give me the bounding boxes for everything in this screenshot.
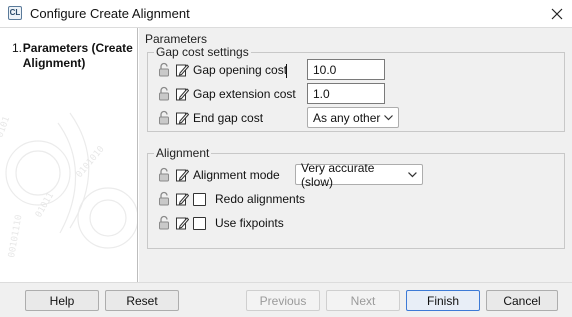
chevron-down-icon	[384, 114, 393, 120]
redo-alignments-row: Redo alignments	[157, 189, 305, 209]
cancel-button[interactable]: Cancel	[486, 290, 558, 311]
lock-icon[interactable]	[157, 215, 171, 231]
gap-opening-label: Gap opening cost	[193, 63, 288, 77]
close-icon	[551, 8, 563, 19]
edit-icon[interactable]	[175, 86, 189, 102]
gap-opening-input[interactable]	[307, 59, 385, 80]
sidebar-step-parameters[interactable]: 1. Parameters (Create Alignment)	[12, 41, 134, 71]
text-cursor	[286, 64, 287, 78]
finish-button[interactable]: Finish	[406, 290, 480, 311]
use-fixpoints-label: Use fixpoints	[215, 216, 284, 230]
alignment-mode-label: Alignment mode	[193, 168, 280, 182]
alignment-mode-row: Alignment mode	[157, 165, 280, 185]
dialog-footer: Help Reset Previous Next Finish Cancel	[0, 283, 572, 317]
next-button[interactable]: Next	[326, 290, 400, 311]
alignment-group-title: Alignment	[154, 146, 212, 160]
svg-text:0101: 0101	[0, 115, 12, 139]
parameters-panel: Parameters Gap cost settings Gap opening…	[139, 28, 572, 282]
title-bar: CL Configure Create Alignment	[0, 0, 572, 27]
gap-extension-row: Gap extension cost	[157, 84, 296, 104]
redo-alignments-checkbox[interactable]	[193, 192, 206, 206]
edit-icon[interactable]	[175, 167, 189, 183]
lock-icon[interactable]	[157, 191, 171, 207]
lock-icon[interactable]	[157, 62, 171, 78]
gap-extension-input[interactable]	[307, 83, 385, 104]
lock-icon[interactable]	[157, 167, 171, 183]
gap-opening-row: Gap opening cost	[157, 60, 287, 80]
edit-icon[interactable]	[175, 215, 189, 231]
gap-extension-label: Gap extension cost	[193, 87, 296, 101]
edit-icon[interactable]	[175, 191, 189, 207]
step-label: Parameters (Create Alignment)	[22, 41, 133, 70]
lock-icon[interactable]	[157, 110, 171, 126]
dna-watermark-icon: 0101 00101110 01011 0101010	[0, 112, 137, 259]
end-gap-select[interactable]: As any other	[307, 107, 399, 128]
app-icon: CL	[8, 6, 22, 20]
end-gap-value: As any other	[313, 110, 381, 125]
edit-icon[interactable]	[175, 110, 189, 126]
step-number: 1.	[12, 41, 23, 55]
help-button[interactable]: Help	[25, 290, 99, 311]
previous-button[interactable]: Previous	[246, 290, 320, 311]
end-gap-label: End gap cost	[193, 111, 264, 125]
wizard-sidebar: 1. Parameters (Create Alignment) 0101 00…	[0, 28, 138, 282]
close-button[interactable]	[542, 0, 572, 27]
window-title: Configure Create Alignment	[30, 6, 190, 21]
alignment-mode-select[interactable]: Very accurate (slow)	[295, 161, 423, 189]
reset-button[interactable]: Reset	[105, 290, 179, 311]
gap-cost-group-title: Gap cost settings	[154, 45, 251, 59]
edit-icon[interactable]	[175, 62, 189, 78]
use-fixpoints-row: Use fixpoints	[157, 213, 284, 233]
svg-text:00101110: 00101110	[7, 214, 24, 258]
svg-text:0101010: 0101010	[75, 144, 107, 179]
use-fixpoints-checkbox[interactable]	[193, 216, 206, 230]
redo-alignments-label: Redo alignments	[215, 192, 306, 206]
chevron-down-icon	[408, 171, 417, 177]
section-title: Parameters	[145, 32, 208, 46]
end-gap-row: End gap cost	[157, 108, 263, 128]
alignment-mode-value: Very accurate (slow)	[301, 160, 375, 189]
lock-icon[interactable]	[157, 86, 171, 102]
